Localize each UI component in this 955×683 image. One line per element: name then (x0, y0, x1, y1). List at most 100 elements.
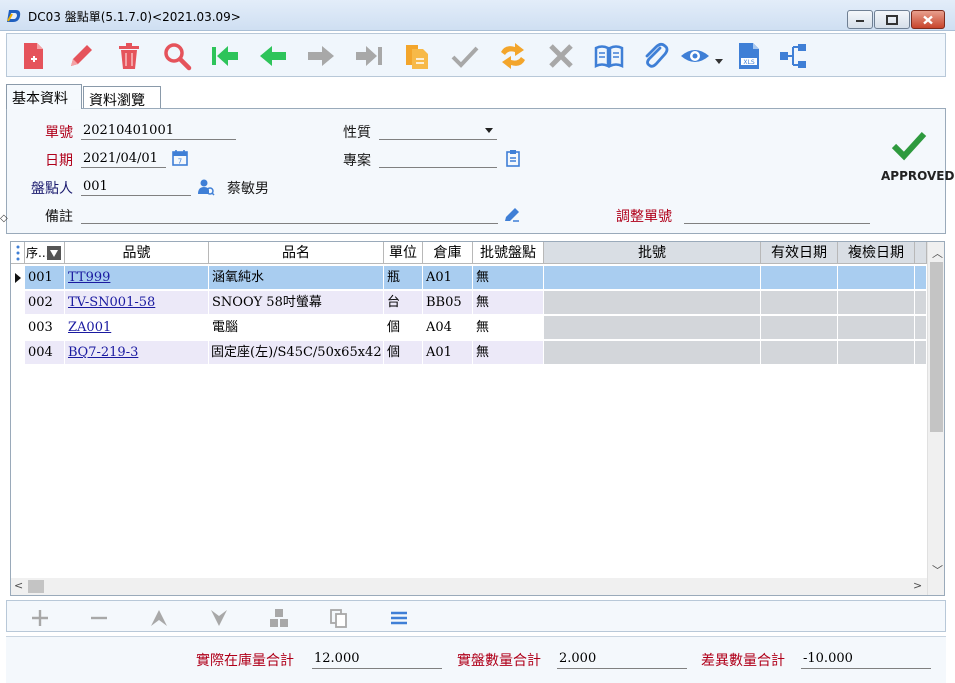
sort-desc-icon[interactable] (47, 246, 61, 260)
scroll-up-icon[interactable]: ︿ (932, 245, 943, 261)
counted-label: 實盤數量合計 (457, 653, 541, 669)
project-field[interactable] (379, 149, 497, 168)
doc-no-field[interactable]: 20210401001 (81, 121, 236, 140)
nature-select[interactable] (379, 121, 497, 140)
cancel-x-icon[interactable] (545, 40, 577, 72)
cell-expiry (761, 291, 838, 315)
book-icon[interactable] (593, 40, 625, 72)
cell-seq: 001 (25, 266, 65, 290)
header-batch-count[interactable]: 批號盤點 (473, 242, 544, 264)
date-label: 日期 (45, 153, 73, 169)
splitter-handle-icon[interactable]: ◇ (0, 213, 8, 224)
attachment-clip-icon[interactable] (639, 40, 671, 72)
row-indicator (11, 316, 25, 340)
copy-doc-icon[interactable] (401, 40, 433, 72)
actual-stock-value: 12.000 (312, 649, 442, 669)
new-doc-icon[interactable] (17, 40, 49, 72)
note-field[interactable] (81, 205, 498, 224)
status-badge: APPROVED (881, 169, 955, 183)
cell-batch-count: 無 (473, 341, 544, 365)
insert-row-icon[interactable] (268, 607, 290, 629)
main-toolbar: XLS (6, 33, 946, 77)
header-expiry[interactable]: 有效日期 (761, 242, 838, 264)
header-form: 單號 20210401001 日期 2021/04/01 7 盤點人 001 蔡… (6, 108, 954, 234)
user-lookup-icon[interactable] (197, 178, 215, 196)
confirm-check-icon[interactable] (449, 40, 481, 72)
cell-part-no-link[interactable]: BQ7-219-3 (65, 341, 209, 365)
cell-unit: 個 (384, 341, 423, 365)
next-record-icon[interactable] (305, 40, 337, 72)
adjust-no-field[interactable] (684, 205, 870, 224)
grid-header: 序... 品號 品名 單位 倉庫 批號盤點 批號 有效日期 複檢日期 (11, 242, 927, 264)
scroll-right-icon[interactable]: > (913, 579, 922, 592)
cell-part-no-link[interactable]: TT999 (65, 266, 209, 290)
counted-value: 2.000 (557, 649, 687, 669)
copy-row-icon[interactable] (328, 607, 350, 629)
cell-part-no-link[interactable]: ZA001 (65, 316, 209, 340)
prev-record-icon[interactable] (257, 40, 289, 72)
cell-part-no-link[interactable]: TV-SN001-58 (65, 291, 209, 315)
header-warehouse[interactable]: 倉庫 (423, 242, 473, 264)
calendar-icon[interactable]: 7 (171, 149, 189, 167)
cell-batch-count: 無 (473, 291, 544, 315)
scroll-down-icon[interactable]: ﹀ (932, 562, 943, 578)
cell-seq: 003 (25, 316, 65, 340)
cell-warehouse: A01 (423, 341, 473, 365)
date-field[interactable]: 2021/04/01 (81, 149, 166, 168)
maximize-button[interactable] (874, 10, 910, 29)
vertical-scroll-thumb[interactable] (930, 262, 943, 432)
header-part-name[interactable]: 品名 (209, 242, 384, 264)
table-row[interactable]: 002 TV-SN001-58 SNOOY 58吋螢幕 台 BB05 無 (11, 291, 927, 315)
header-seq[interactable]: 序... (25, 242, 65, 264)
horizontal-scroll-thumb[interactable] (28, 580, 44, 593)
close-button[interactable] (911, 10, 945, 29)
tab-data-browse[interactable]: 資料瀏覽 (83, 86, 161, 109)
edit-note-icon[interactable] (503, 206, 521, 224)
project-label: 專案 (343, 153, 371, 169)
cell-more (915, 266, 927, 290)
search-magnifier-icon[interactable] (161, 40, 193, 72)
counter-name: 蔡敏男 (227, 181, 269, 197)
last-record-icon[interactable] (353, 40, 385, 72)
minimize-button[interactable] (847, 10, 873, 29)
scroll-left-icon[interactable]: < (14, 579, 23, 592)
table-row[interactable]: 001 TT999 涵氧純水 瓶 A01 無 (11, 266, 927, 290)
cell-part-name: 固定座(左)/S45C/50x65x42 (209, 341, 384, 365)
vertical-scrollbar[interactable]: ︿ ﹀ (927, 242, 944, 595)
window-title: DC03 盤點單(5.1.7.0)<2021.03.09> (28, 10, 241, 24)
menu-lines-icon[interactable] (388, 607, 410, 629)
add-row-icon[interactable] (29, 607, 51, 629)
nature-dropdown-icon[interactable] (485, 128, 493, 133)
refresh-exchange-icon[interactable] (497, 40, 529, 72)
move-down-icon[interactable] (208, 607, 230, 629)
grid-options-icon[interactable] (11, 242, 25, 264)
move-up-icon[interactable] (148, 607, 170, 629)
header-recheck[interactable]: 複檢日期 (838, 242, 915, 264)
edit-pencil-icon[interactable] (65, 40, 97, 72)
remove-row-icon[interactable] (88, 607, 110, 629)
header-unit[interactable]: 單位 (384, 242, 423, 264)
clipboard-icon[interactable] (504, 149, 522, 167)
flowchart-icon[interactable] (777, 40, 809, 72)
header-part-no[interactable]: 品號 (65, 242, 209, 264)
cell-batch-no (544, 291, 761, 315)
horizontal-scrollbar[interactable]: < > (11, 578, 927, 595)
svg-text:XLS: XLS (743, 59, 754, 66)
cell-seq: 004 (25, 341, 65, 365)
excel-export-icon[interactable]: XLS (733, 40, 765, 72)
first-record-icon[interactable] (209, 40, 241, 72)
cell-recheck (838, 341, 915, 365)
counter-id-field[interactable]: 001 (81, 177, 191, 196)
table-row[interactable]: 003 ZA001 電腦 個 A04 無 (11, 316, 927, 340)
delete-trash-icon[interactable] (113, 40, 145, 72)
header-seq-label: 序... (26, 246, 50, 260)
table-row[interactable]: 004 BQ7-219-3 固定座(左)/S45C/50x65x42 個 A01… (11, 341, 927, 365)
header-batch-no[interactable]: 批號 (544, 242, 761, 264)
cell-warehouse: A04 (423, 316, 473, 340)
view-eye-icon[interactable] (679, 40, 711, 72)
cell-expiry (761, 316, 838, 340)
tab-basic-info[interactable]: 基本資料 (6, 84, 82, 109)
view-dropdown-icon[interactable] (715, 54, 723, 69)
title-bar: DC03 盤點單(5.1.7.0)<2021.03.09> (0, 0, 955, 31)
minimize-icon (856, 19, 864, 22)
